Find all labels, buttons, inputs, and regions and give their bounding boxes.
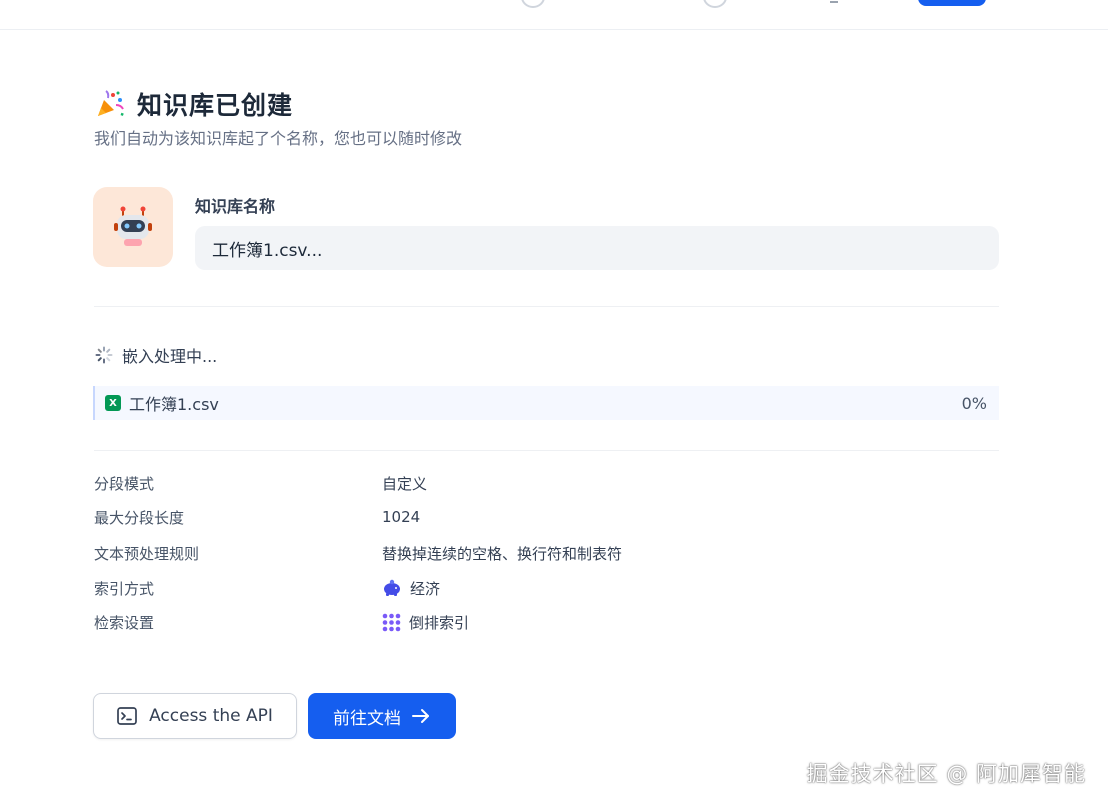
knowledge-avatar[interactable] (93, 187, 173, 267)
robot-icon (114, 206, 152, 246)
page-subtitle: 我们自动为该知识库起了个名称，您也可以随时修改 (94, 129, 463, 148)
setting-key: 索引方式 (94, 579, 155, 598)
file-progress-row: X 工作簿1.csv 0% (93, 386, 999, 420)
access-api-button[interactable]: Access the API (93, 693, 297, 739)
arrow-right-icon (412, 709, 429, 723)
go-to-docs-label: 前往文档 (333, 708, 401, 729)
step-indicator (0, 0, 1108, 30)
grid-dots-icon (382, 613, 401, 631)
step-circle-icon (521, 0, 545, 8)
loading-spinner-icon (95, 346, 113, 364)
party-popper-icon (98, 90, 124, 116)
excel-file-icon: X (105, 395, 121, 411)
setting-key: 文本预处理规则 (94, 544, 200, 563)
file-name: 工作簿1.csv (129, 395, 219, 414)
setting-row-retrieval: 检索设置 倒排索引 (94, 611, 469, 633)
setting-key: 检索设置 (94, 613, 155, 632)
file-progress-percent: 0% (961, 393, 987, 413)
embedding-status: 嵌入处理中... (95, 343, 217, 367)
watermark: 掘金技术社区 @ 阿加犀智能 (806, 762, 1086, 786)
page: 知识库已创建 我们自动为该知识库起了个名称，您也可以随时修改 知识库名称 工作簿… (0, 0, 1108, 809)
step-circle-icon (703, 0, 727, 8)
divider (94, 306, 999, 307)
knowledge-name-label: 知识库名称 (195, 197, 276, 216)
go-to-docs-button[interactable]: 前往文档 (308, 693, 456, 739)
setting-row-index-mode: 索引方式 经济 (94, 577, 440, 599)
top-action-button[interactable] (918, 0, 986, 6)
setting-value: 替换掉连续的空格、换行符和制表符 (382, 544, 623, 563)
setting-row-preprocess: 文本预处理规则 替换掉连续的空格、换行符和制表符 (94, 542, 622, 564)
setting-key: 分段模式 (94, 474, 155, 493)
setting-value: 自定义 (382, 474, 428, 493)
setting-value: 经济 (382, 578, 440, 599)
setting-row-max-length: 最大分段长度 1024 (94, 506, 420, 528)
setting-value: 倒排索引 (382, 612, 469, 633)
page-title: 知识库已创建 (137, 91, 294, 120)
step-mark-icon (830, 0, 838, 3)
knowledge-name-input[interactable]: 工作簿1.csv... (195, 226, 999, 270)
setting-key: 最大分段长度 (94, 508, 185, 527)
embedding-status-text: 嵌入处理中... (122, 347, 218, 366)
divider (94, 450, 999, 451)
piggy-bank-icon (384, 579, 400, 596)
setting-value: 1024 (382, 508, 421, 526)
setting-row-segment-mode: 分段模式 自定义 (94, 472, 427, 494)
terminal-icon (117, 707, 137, 725)
page-heading: 知识库已创建 (95, 86, 293, 122)
access-api-label: Access the API (149, 706, 273, 726)
